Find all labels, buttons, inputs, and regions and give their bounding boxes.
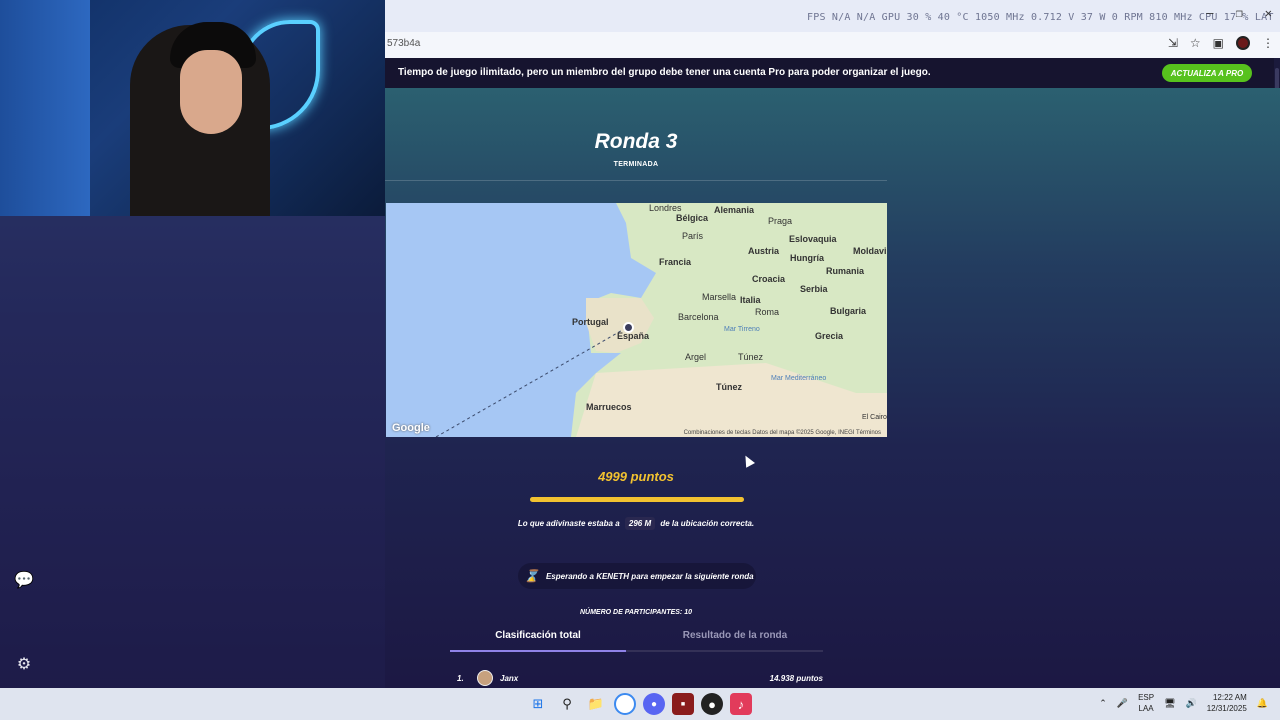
map-label-belgica: Bélgica: [676, 213, 709, 223]
game-results-page: Ronda 3 TERMINADA Londres Bélgica Aleman…: [385, 88, 1280, 688]
map-label-eslovaquia: Eslovaquia: [789, 234, 837, 244]
performance-overlay: FPS N/A N/A GPU 30 % 40 °C 1050 MHz 0.71…: [385, 0, 1280, 32]
chat-bubble-icon[interactable]: 💬: [12, 568, 36, 592]
waiting-status: ⌛ Esperando a KENETH para empezar la sig…: [518, 563, 756, 589]
microphone-icon[interactable]: 🎤: [1117, 698, 1128, 709]
language-indicator[interactable]: ESP LAA: [1138, 692, 1154, 714]
search-icon[interactable]: ⚲: [556, 693, 578, 715]
map-label-bulgaria: Bulgaria: [830, 306, 867, 316]
windows-start-icon[interactable]: ⊞: [527, 693, 549, 715]
distance-suffix: de la ubicación correcta.: [660, 519, 755, 528]
bookmark-star-icon[interactable]: ☆: [1190, 36, 1201, 50]
map-label-francia: Francia: [659, 257, 692, 267]
hourglass-icon: ⌛: [524, 569, 539, 583]
pro-banner: Tiempo de juego ilimitado, pero un miemb…: [385, 58, 1280, 88]
map-label-tunez-city: Túnez: [738, 352, 764, 362]
distance-sentence: Lo que adivinaste estaba a 296 M de la u…: [385, 517, 887, 530]
media-cast-icon[interactable]: ▣: [1213, 36, 1224, 50]
map-label-marsella: Marsella: [702, 292, 737, 302]
distance-prefix: Lo que adivinaste estaba a: [517, 519, 620, 528]
map-label-croacia: Croacia: [752, 274, 786, 284]
tab-total-ranking[interactable]: Clasificación total: [450, 630, 626, 641]
map-label-barcelona: Barcelona: [678, 312, 719, 322]
map-attribution[interactable]: Combinaciones de teclas Datos del mapa ©…: [684, 430, 881, 436]
round-points: 4999 puntos: [598, 469, 674, 484]
banner-text: Tiempo de juego ilimitado, pero un miemb…: [398, 67, 931, 78]
webcam-overlay: [0, 0, 385, 216]
upgrade-pro-button[interactable]: ACTUALIZA A PRO: [1162, 64, 1252, 82]
menu-kebab-icon[interactable]: ⋮: [1262, 36, 1274, 50]
tiktok-icon[interactable]: ♪: [730, 693, 752, 715]
close-icon[interactable]: ✕: [1265, 6, 1272, 20]
tab-round-result[interactable]: Resultado de la ronda: [647, 630, 823, 641]
map-label-rumania: Rumania: [826, 266, 865, 276]
map-label-italia: Italia: [740, 295, 761, 305]
profile-avatar[interactable]: [1236, 36, 1250, 50]
active-tab-indicator: [450, 650, 626, 652]
player-avatar: [477, 670, 493, 686]
round-status: TERMINADA: [613, 161, 659, 168]
map-label-praga: Praga: [768, 216, 793, 226]
discord-icon[interactable]: ●: [643, 693, 665, 715]
map-label-el-cairo: El Cairo: [862, 414, 887, 421]
map-label-austria: Austria: [748, 246, 780, 256]
section-divider: [385, 180, 887, 181]
settings-gear-icon[interactable]: ⚙: [12, 652, 36, 676]
points-progress-bar: [530, 497, 744, 502]
minimize-icon[interactable]: –: [1206, 6, 1213, 20]
distance-value: 296 M: [624, 517, 656, 530]
webcam-background-door: [0, 0, 90, 216]
map-label-roma: Roma: [755, 307, 780, 317]
player-points: 14.938 puntos: [769, 673, 823, 683]
file-explorer-icon[interactable]: 📁: [585, 693, 607, 715]
map-label-tunez: Túnez: [716, 382, 742, 392]
round-title: Ronda 3: [594, 130, 678, 153]
system-clock[interactable]: 12:22 AM 12/31/2025: [1207, 692, 1247, 714]
result-map[interactable]: Londres Bélgica Alemania Praga París Esl…: [386, 203, 887, 437]
leaderboard-row[interactable]: 1. Janx 14.938 puntos: [457, 670, 823, 686]
leaderboard-tabs: Clasificación total Resultado de la rond…: [450, 630, 823, 652]
map-label-hungria: Hungría: [790, 253, 825, 263]
obs-icon[interactable]: ●: [701, 693, 723, 715]
map-label-londres: Londres: [649, 203, 682, 213]
waiting-text: Esperando a KENETH para empezar la sigui…: [545, 571, 754, 581]
language-code: ESP: [1138, 693, 1155, 702]
clock-time: 12:22 AM: [1212, 693, 1247, 702]
guess-location-pin[interactable]: [623, 322, 634, 333]
volume-icon[interactable]: 🔊: [1186, 698, 1197, 709]
map-label-moldavia: Moldavi: [853, 246, 887, 256]
windows-taskbar: ⊞ ⚲ 📁 ● ■ ● ♪ ⌃ 🎤 ESP LAA 🖥 🔊 12:22 AM 1…: [0, 688, 1280, 720]
map-label-mar-mediterraneo: Mar Mediterráneo: [771, 375, 827, 382]
tray-chevron-up-icon[interactable]: ⌃: [1099, 698, 1107, 709]
notification-icon[interactable]: 🔔: [1257, 698, 1268, 709]
map-label-portugal: Portugal: [572, 317, 609, 327]
keyboard-layout: LAA: [1138, 704, 1154, 713]
restore-icon[interactable]: ❐: [1236, 6, 1243, 20]
points-progress-fill: [530, 497, 744, 502]
google-logo: Google: [392, 422, 430, 434]
chrome-icon[interactable]: [614, 693, 636, 715]
url-text[interactable]: 573b4a: [387, 38, 420, 49]
map-label-marruecos: Marruecos: [586, 402, 632, 412]
address-bar[interactable]: 573b4a ⇲ ☆ ▣ ⋮: [385, 32, 1280, 58]
map-label-mar-tirreno: Mar Tirreno: [724, 326, 760, 333]
player-name: Janx: [500, 673, 519, 683]
player-rank: 1.: [457, 673, 464, 683]
webcam-person-face: [180, 50, 242, 134]
participant-count: NÚMERO DE PARTICIPANTES: 10: [579, 609, 692, 616]
map-label-espana: España: [617, 331, 650, 341]
map-label-grecia: Grecia: [815, 331, 844, 341]
install-app-icon[interactable]: ⇲: [1168, 36, 1178, 50]
clock-date: 12/31/2025: [1206, 704, 1247, 713]
map-label-argel: Argel: [685, 352, 707, 362]
map-label-alemania: Alemania: [714, 205, 755, 215]
map-label-serbia: Serbia: [800, 284, 828, 294]
map-label-paris: París: [682, 231, 704, 241]
network-icon[interactable]: 🖥: [1164, 698, 1175, 709]
app-red-icon[interactable]: ■: [672, 693, 694, 715]
